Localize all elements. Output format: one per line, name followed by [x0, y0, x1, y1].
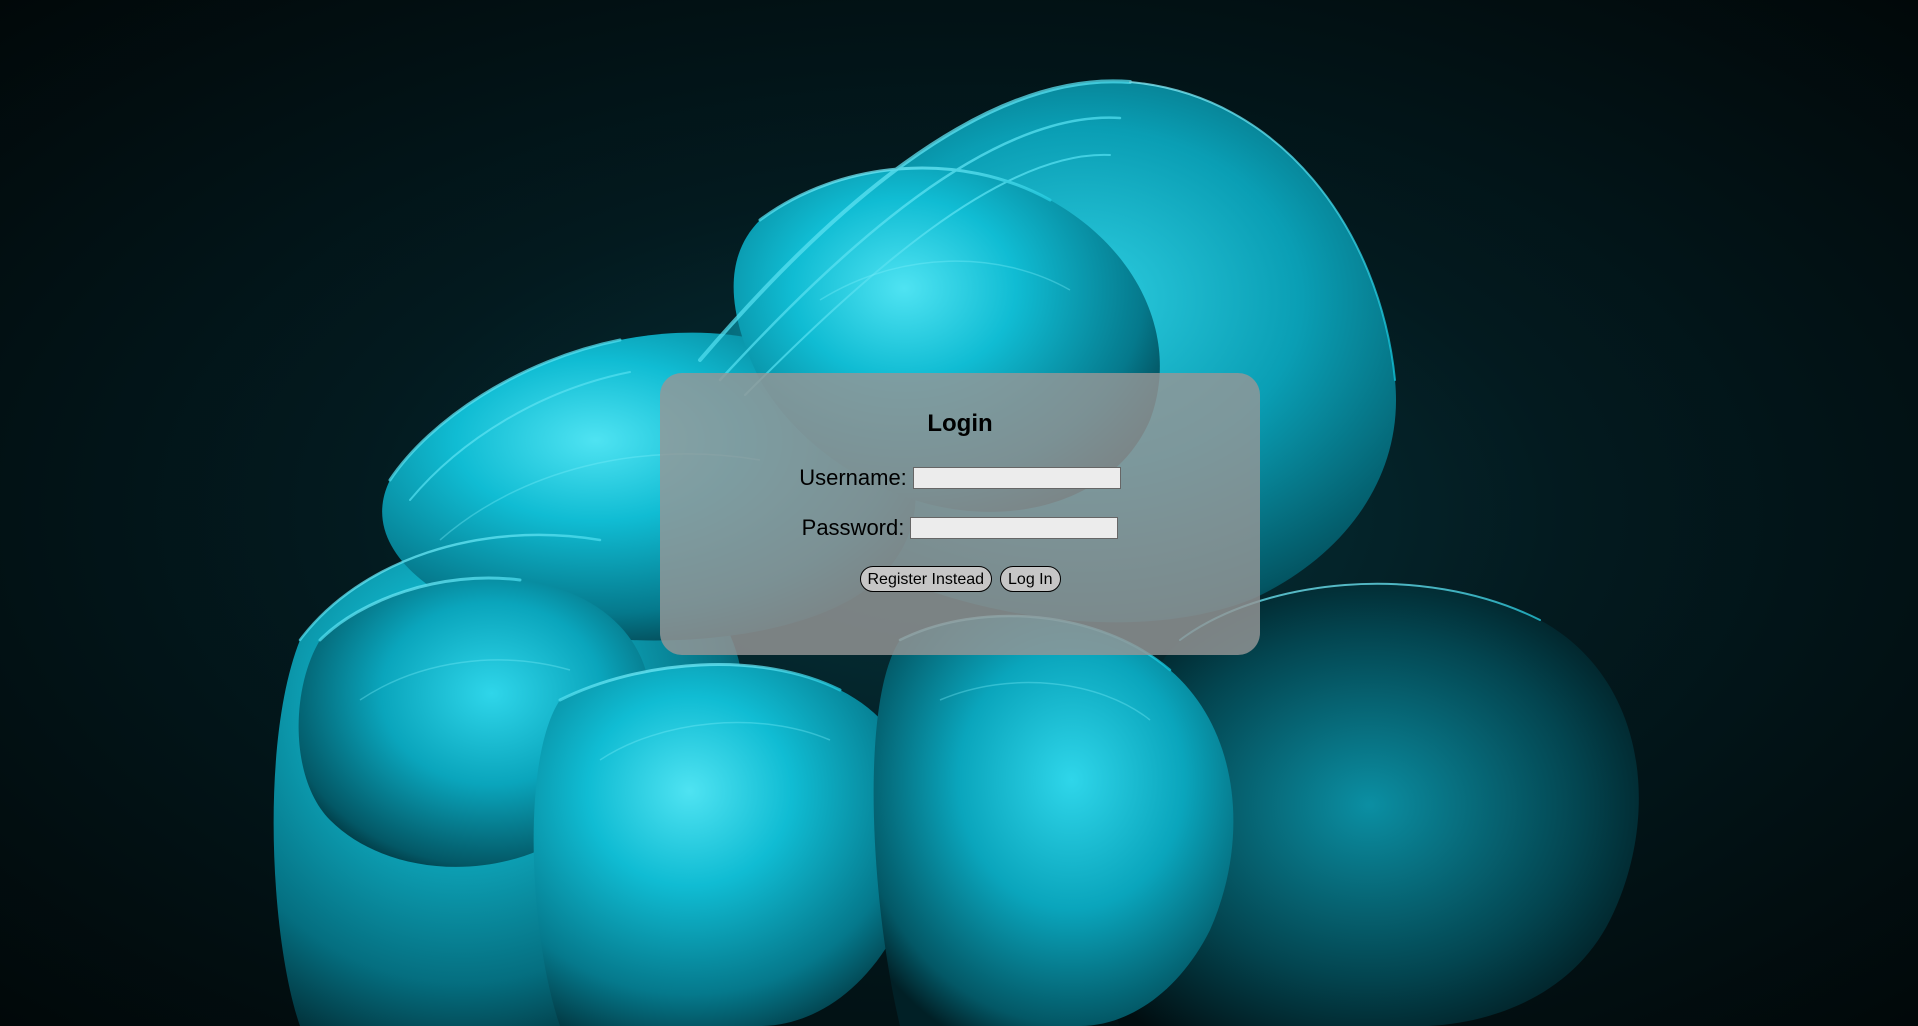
- desktop-background: Login Username: Password: Register Inste…: [0, 0, 1918, 1026]
- password-input[interactable]: [910, 517, 1119, 539]
- login-title: Login: [927, 410, 993, 437]
- log-in-button[interactable]: Log In: [1000, 566, 1061, 592]
- register-instead-button[interactable]: Register Instead: [859, 566, 993, 592]
- username-input[interactable]: [912, 467, 1121, 489]
- password-row: Password:: [660, 513, 1260, 543]
- login-dialog: Login Username: Password: Register Inste…: [660, 373, 1260, 655]
- button-row: Register Instead Log In: [660, 566, 1260, 592]
- username-row: Username:: [660, 463, 1260, 493]
- username-label: Username:: [799, 465, 907, 490]
- password-label: Password:: [801, 515, 905, 540]
